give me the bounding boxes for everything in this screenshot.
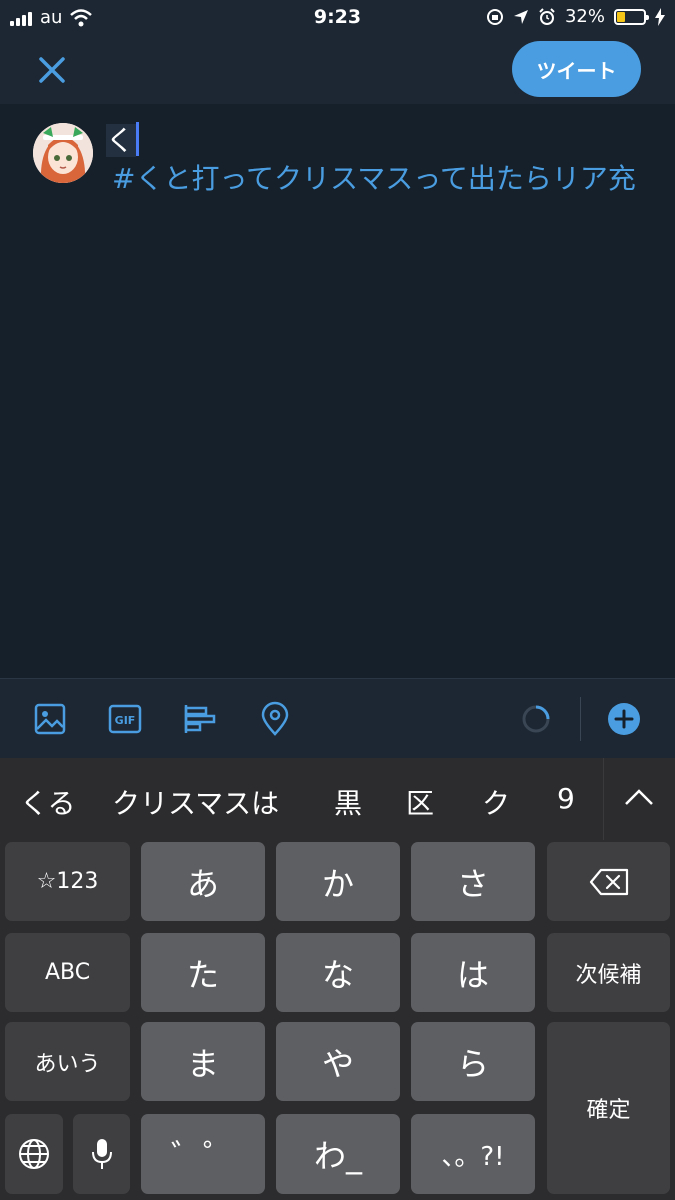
image-icon[interactable] [32, 701, 68, 737]
poll-icon[interactable] [182, 701, 218, 737]
location-icon [513, 9, 528, 24]
status-bar: au 9:23 32% [0, 0, 675, 36]
key-ka[interactable]: か [276, 842, 400, 921]
candidate-divider [603, 758, 604, 840]
punctuation-key[interactable]: 、。?! [411, 1114, 535, 1194]
chevron-up-icon[interactable] [622, 780, 656, 814]
candidate-item[interactable]: ク [482, 782, 510, 822]
hashtag-text: #くと打ってクリスマスって出たらリア充 [112, 162, 636, 195]
candidate-item[interactable]: クリスマスは [112, 782, 279, 822]
globe-icon [19, 1139, 49, 1169]
numbers-key[interactable]: ☆123 [5, 842, 130, 921]
next-candidate-key[interactable]: 次候補 [547, 933, 670, 1012]
character-count-ring [522, 705, 550, 733]
battery-percent: 32% [564, 6, 605, 27]
compose-area[interactable]: く #くと打ってクリスマスって出たらリア充 [0, 104, 675, 678]
confirm-key[interactable]: 確定 [547, 1022, 670, 1194]
candidate-item[interactable]: 9 [557, 782, 575, 815]
candidate-item[interactable]: 黒 [334, 782, 362, 822]
battery-icon [614, 8, 649, 25]
toolbar-divider [580, 697, 581, 741]
charging-icon [655, 7, 665, 26]
compose-toolbar: GIF [0, 678, 675, 758]
location-pin-icon[interactable] [257, 701, 293, 737]
typed-text: く [106, 124, 137, 157]
abc-key[interactable]: ABC [5, 933, 130, 1012]
kana-key[interactable]: あいう [5, 1022, 130, 1101]
key-ta[interactable]: た [141, 933, 265, 1012]
close-icon[interactable] [34, 52, 70, 88]
backspace-icon [589, 868, 628, 895]
microphone-icon [91, 1139, 112, 1169]
key-ha[interactable]: は [411, 933, 535, 1012]
keyboard: くる クリスマスは 黒 区 ク 9 ☆123 あ か さ ABC た な は 次… [0, 758, 675, 1200]
tweet-button[interactable]: ツイート [512, 41, 641, 97]
key-a[interactable]: あ [141, 842, 265, 921]
key-na[interactable]: な [276, 933, 400, 1012]
candidate-bar: くる クリスマスは 黒 区 ク 9 [0, 758, 675, 840]
key-ra[interactable]: ら [411, 1022, 535, 1101]
globe-key[interactable] [5, 1114, 63, 1194]
add-thread-icon[interactable] [606, 701, 642, 737]
backspace-key[interactable] [547, 842, 670, 921]
key-sa[interactable]: さ [411, 842, 535, 921]
key-wa[interactable]: わ_ [276, 1114, 400, 1194]
avatar [33, 123, 93, 183]
alarm-icon [539, 7, 555, 25]
svg-text:GIF: GIF [115, 714, 136, 727]
candidate-item[interactable]: くる [20, 782, 75, 822]
key-ma[interactable]: ま [141, 1022, 265, 1101]
mic-key[interactable] [73, 1114, 130, 1194]
dakuten-key[interactable]: ゛゜ [141, 1114, 265, 1194]
gif-icon[interactable]: GIF [107, 701, 143, 737]
candidate-item[interactable]: 区 [406, 782, 434, 822]
tweet-text-field[interactable]: く #くと打ってクリスマスって出たらリア充 [106, 122, 646, 198]
orientation-lock-icon [486, 8, 503, 25]
key-ya[interactable]: や [276, 1022, 400, 1101]
compose-header: ツイート [0, 36, 675, 104]
text-caret [136, 122, 140, 156]
